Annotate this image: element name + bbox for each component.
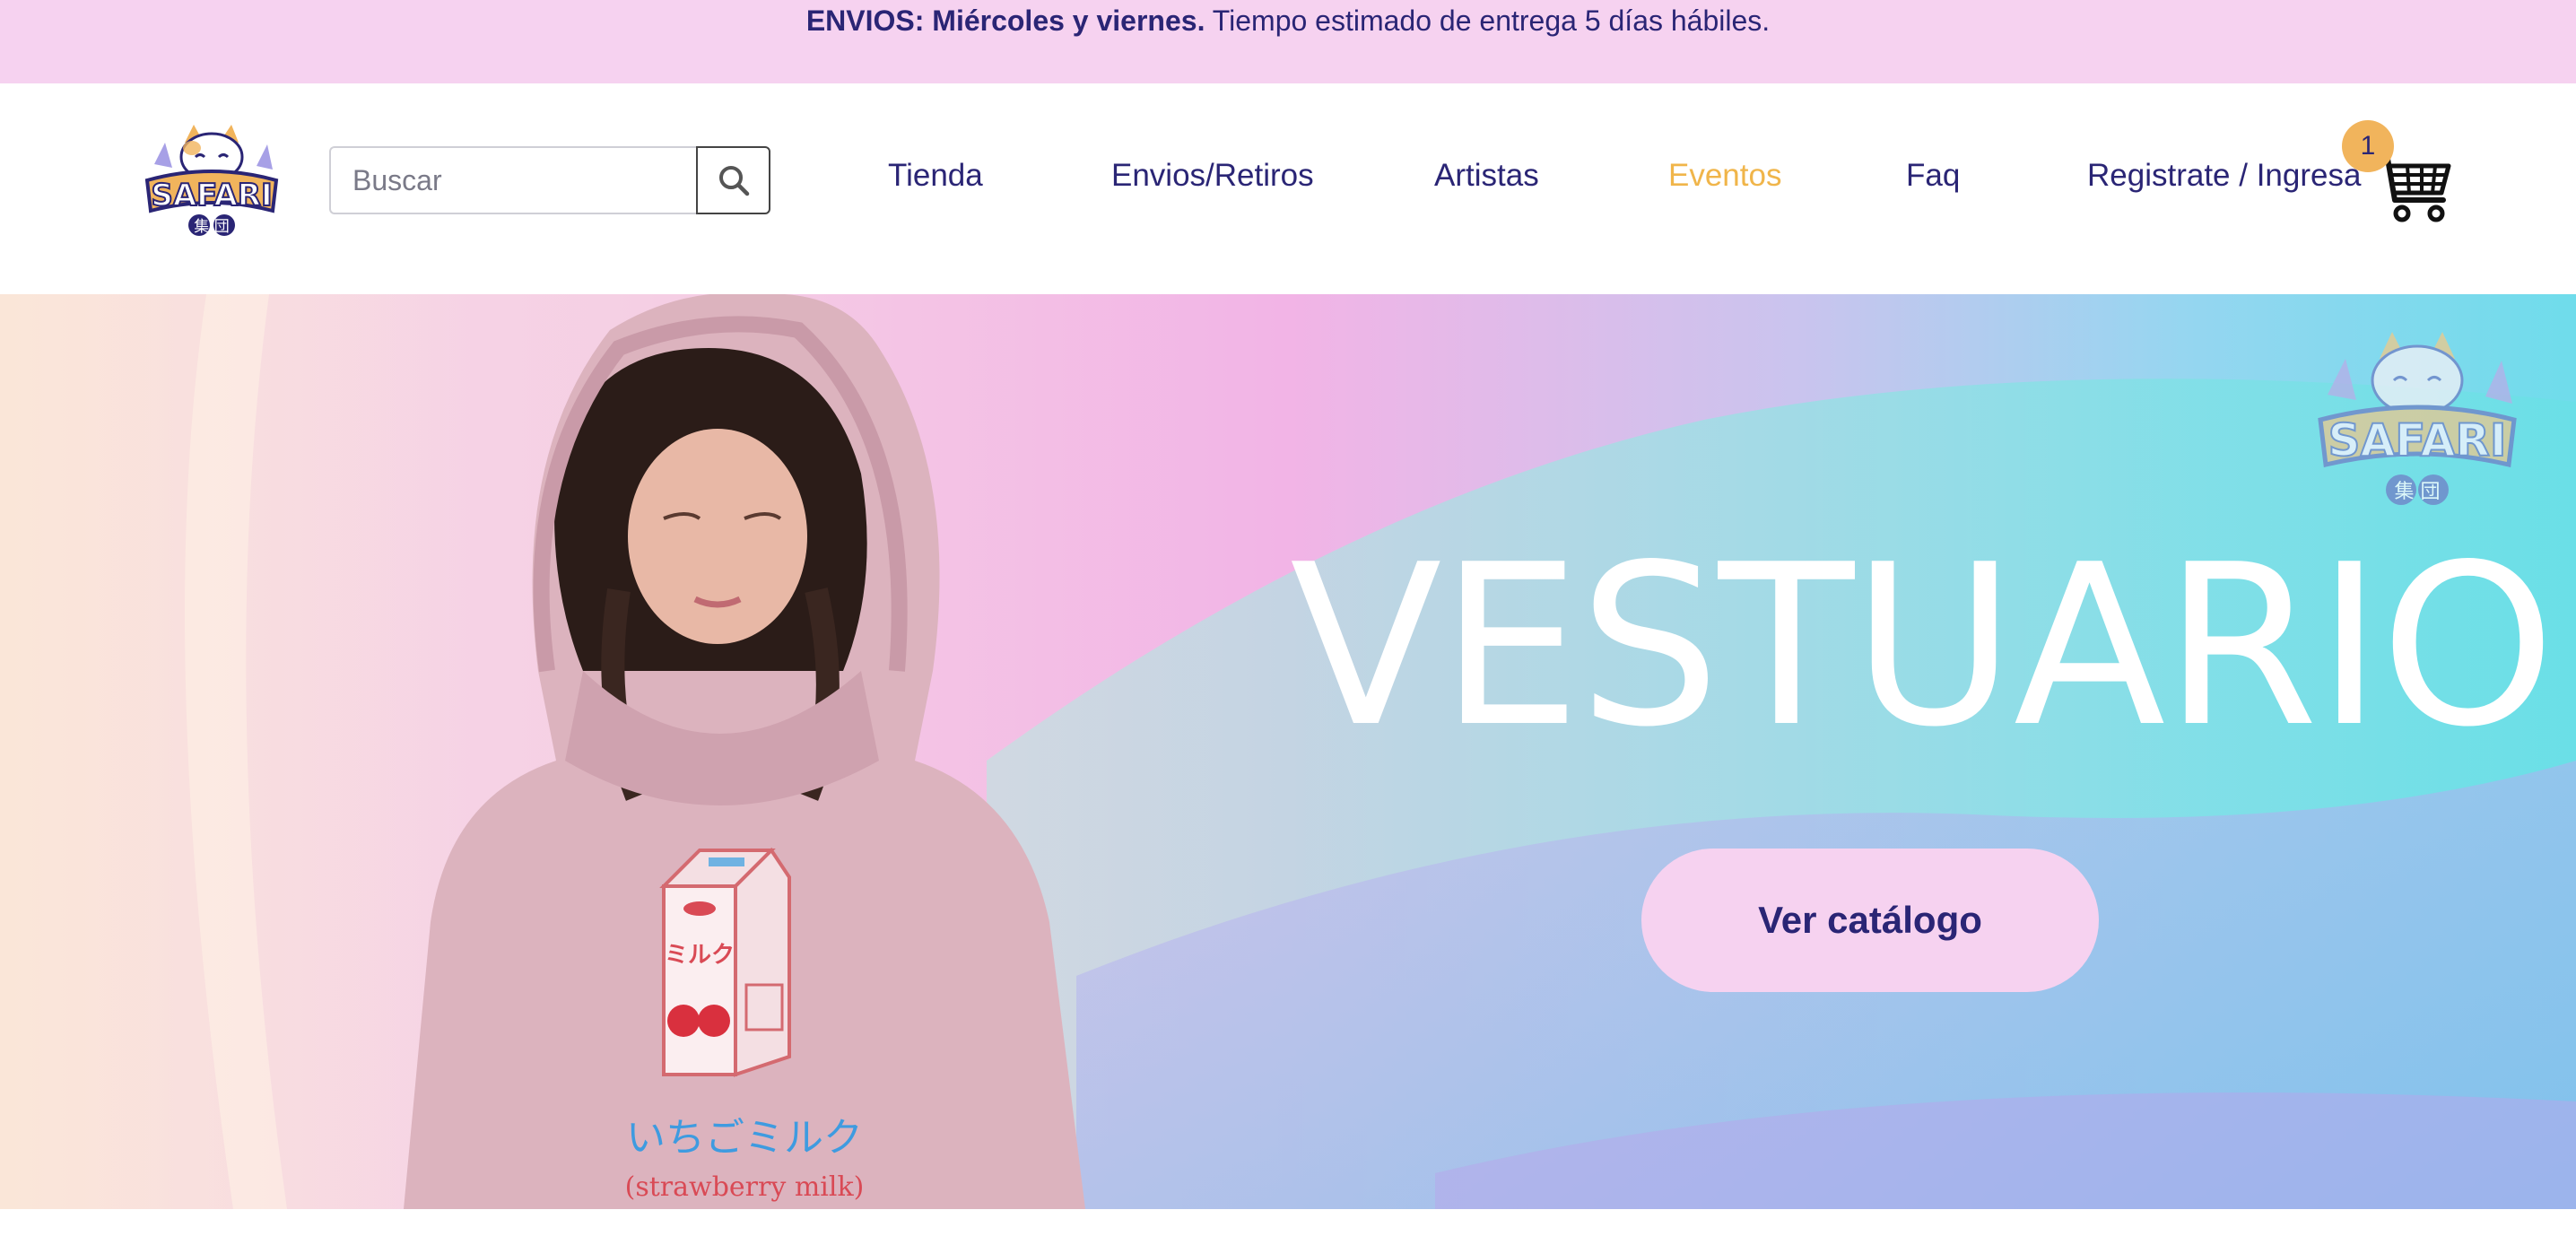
safari-logo[interactable]: SAFARI 集 団 xyxy=(138,118,285,239)
search-input[interactable] xyxy=(329,146,697,214)
site-header: SAFARI 集 団 Tienda Envios/Retiros Artista… xyxy=(0,83,2576,294)
hoodie-print-english: (strawberry milk) xyxy=(625,1171,865,1203)
announcement-text: Tiempo estimado de entrega 5 días hábile… xyxy=(1205,4,1771,37)
watermark-logo-subtext: 集 団 xyxy=(2395,481,2441,503)
nav-link-envios-retiros[interactable]: Envios/Retiros xyxy=(1111,157,1314,195)
hero-title: VESTUARIO xyxy=(1290,518,2555,776)
nav-link-registrate-ingresa[interactable]: Registrate / Ingresa xyxy=(2087,157,2361,195)
logo-text: SAFARI xyxy=(151,178,272,213)
cart-count-badge: 1 xyxy=(2342,120,2394,172)
hero-banner: ミルク いちごミルク (strawberry milk) SAFARI 集 団 … xyxy=(0,294,2576,1209)
carton-text: ミルク xyxy=(665,942,735,969)
watermark-logo-text: SAFARI xyxy=(2328,414,2507,466)
safari-watermark-logo: SAFARI 集 団 xyxy=(2318,332,2517,505)
hoodie-print-japanese: いちごミルク xyxy=(626,1115,863,1161)
ver-catalogo-button[interactable]: Ver catálogo xyxy=(1641,849,2099,992)
nav-link-faq[interactable]: Faq xyxy=(1906,157,1960,195)
nav-link-artistas[interactable]: Artistas xyxy=(1434,157,1539,195)
search-icon xyxy=(718,166,749,196)
search-button[interactable] xyxy=(696,146,770,214)
logo-subtext: 集 団 xyxy=(194,218,229,236)
announcement-bold-text: ENVIOS: Miércoles y viernes. xyxy=(805,4,1205,37)
search-bar xyxy=(329,146,770,214)
page-bottom-strip xyxy=(0,1209,2576,1236)
shipping-announcement-bar: ENVIOS: Miércoles y viernes. Tiempo esti… xyxy=(0,0,2576,83)
nav-link-tienda[interactable]: Tienda xyxy=(888,157,983,195)
hoodie-model-image: ミルク いちごミルク (strawberry milk) xyxy=(404,294,1085,1209)
nav-link-eventos[interactable]: Eventos xyxy=(1668,157,1781,195)
